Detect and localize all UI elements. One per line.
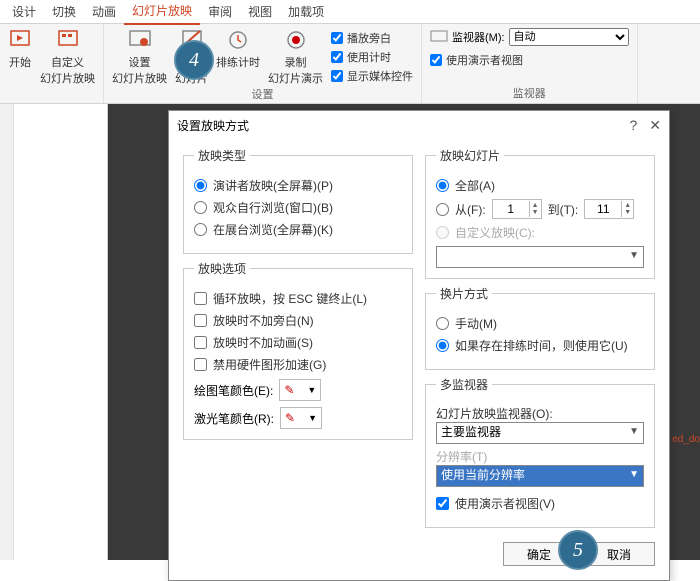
ribbon-tabs: 设计 切换 动画 幻灯片放映 审阅 视图 加载项 xyxy=(0,0,700,24)
dialog-titlebar: 设置放映方式 ? ✕ xyxy=(169,111,669,139)
monitor-label: 监视器(M): xyxy=(452,29,505,45)
radio-presenter[interactable]: 演讲者放映(全屏幕)(P) xyxy=(194,177,402,194)
radio-browsed[interactable]: 观众自行浏览(窗口)(B) xyxy=(194,199,402,216)
tab-review[interactable]: 审阅 xyxy=(200,0,240,24)
tab-view[interactable]: 视图 xyxy=(240,0,280,24)
presenter-view-checkbox[interactable]: 使用演示者视图 xyxy=(430,52,523,68)
tab-addins[interactable]: 加载项 xyxy=(280,0,332,24)
ribbon-group-monitor: 监视器(M): 自动 使用演示者视图 监视器 xyxy=(422,24,638,103)
radio-range-row: 从(F): ▲▼ 到(T): ▲▼ xyxy=(436,199,644,219)
show-slides-legend: 放映幻灯片 xyxy=(436,147,504,164)
radio-use-timings[interactable]: 如果存在排练时间，则使用它(U) xyxy=(436,337,644,354)
tab-transition[interactable]: 切换 xyxy=(44,0,84,24)
close-icon[interactable]: ✕ xyxy=(649,117,661,134)
tab-design[interactable]: 设计 xyxy=(4,0,44,24)
group-monitor-label: 监视器 xyxy=(513,85,546,101)
radio-manual[interactable]: 手动(M) xyxy=(436,315,644,332)
chevron-down-icon: ▼ xyxy=(308,413,317,423)
laser-icon: ✎ xyxy=(285,411,295,425)
pen-icon: ✎ xyxy=(284,383,294,397)
advance-legend: 换片方式 xyxy=(436,285,492,302)
custom-slideshow-button[interactable]: 自定义 幻灯片放映 xyxy=(40,28,95,86)
show-type-legend: 放映类型 xyxy=(194,147,250,164)
resolution-select[interactable]: 使用当前分辨率▼ xyxy=(436,465,644,487)
tab-slideshow[interactable]: 幻灯片放映 xyxy=(124,0,200,25)
show-options-group: 放映选项 循环放映，按 ESC 键终止(L) 放映时不加旁白(N) 放映时不加动… xyxy=(183,260,413,440)
narration-checkbox[interactable]: 播放旁白 xyxy=(331,30,413,46)
record-label: 录制 幻灯片演示 xyxy=(268,54,323,86)
monitor-selector-row: 监视器(M): 自动 xyxy=(430,28,629,46)
chk-presenter-view[interactable]: 使用演示者视图(V) xyxy=(436,495,644,512)
help-icon[interactable]: ? xyxy=(629,117,637,133)
chevron-down-icon: ▼ xyxy=(629,426,639,437)
radio-custom-show: 自定义放映(C): xyxy=(436,224,644,241)
show-slides-group: 放映幻灯片 全部(A) 从(F): ▲▼ 到(T): ▲▼ 自定义放映(C): … xyxy=(425,147,655,279)
record-button[interactable]: 录制 幻灯片演示 xyxy=(268,28,323,86)
setup-slideshow-button[interactable]: 设置 幻灯片放映 xyxy=(112,28,167,86)
rehearse-label: 排练计时 xyxy=(216,54,260,70)
laser-color-label: 激光笔颜色(R): xyxy=(194,410,274,427)
show-options-legend: 放映选项 xyxy=(194,260,250,277)
monitor-icon xyxy=(430,30,448,44)
dialog-title-text: 设置放映方式 xyxy=(177,117,249,134)
custom-show-select: ▼ xyxy=(436,246,644,268)
laser-color-picker[interactable]: ✎▼ xyxy=(280,407,322,429)
to-label: 到(T): xyxy=(548,201,579,218)
resolution-label: 分辨率(T) xyxy=(436,448,644,465)
multi-monitor-legend: 多监视器 xyxy=(436,376,492,393)
pen-color-label: 绘图笔颜色(E): xyxy=(194,382,273,399)
radio-kiosk[interactable]: 在展台浏览(全屏幕)(K) xyxy=(194,221,402,238)
setup-slideshow-label: 设置 幻灯片放映 xyxy=(112,54,167,86)
chk-disable-hw[interactable]: 禁用硬件图形加速(G) xyxy=(194,356,402,373)
multi-monitor-group: 多监视器 幻灯片放映监视器(O): 主要监视器▼ 分辨率(T) 使用当前分辨率▼… xyxy=(425,376,655,528)
radio-all-slides[interactable]: 全部(A) xyxy=(436,177,644,194)
chevron-down-icon: ▼ xyxy=(629,250,639,261)
to-spinner[interactable]: ▲▼ xyxy=(584,199,634,219)
ribbon-group-start: 开始 自定义 幻灯片放映 xyxy=(0,24,104,103)
radio-range[interactable] xyxy=(436,203,449,216)
chevron-down-icon: ▼ xyxy=(307,385,316,395)
ribbon-group-setup: 设置 幻灯片放映 隐藏 幻灯片 排练计时 录制 幻灯片演示 播放旁白 使用计时 … xyxy=(104,24,422,103)
timing-checkbox[interactable]: 使用计时 xyxy=(331,49,413,65)
group-setup-label: 设置 xyxy=(252,86,274,102)
from-beginning-button[interactable]: 开始 xyxy=(8,28,32,70)
chk-no-narration[interactable]: 放映时不加旁白(N) xyxy=(194,312,402,329)
chk-no-animation[interactable]: 放映时不加动画(S) xyxy=(194,334,402,351)
annotation-badge-4: 4 xyxy=(174,40,214,80)
chk-loop[interactable]: 循环放映，按 ESC 键终止(L) xyxy=(194,290,402,307)
custom-slideshow-label: 自定义 幻灯片放映 xyxy=(40,54,95,86)
watermark-text: ed_do xyxy=(672,434,700,445)
setup-show-dialog: 设置放映方式 ? ✕ 放映类型 演讲者放映(全屏幕)(P) 观众自行浏览(窗口)… xyxy=(168,110,670,581)
from-label: 从(F): xyxy=(455,201,486,218)
thumbnail-panel xyxy=(0,104,108,560)
advance-group: 换片方式 手动(M) 如果存在排练时间，则使用它(U) xyxy=(425,285,655,370)
pen-color-picker[interactable]: ✎▼ xyxy=(279,379,321,401)
tab-animation[interactable]: 动画 xyxy=(84,0,124,24)
ribbon: 开始 自定义 幻灯片放映 设置 幻灯片放映 隐藏 幻灯片 排练计时 xyxy=(0,24,700,104)
show-type-group: 放映类型 演讲者放映(全屏幕)(P) 观众自行浏览(窗口)(B) 在展台浏览(全… xyxy=(183,147,413,254)
monitor-select[interactable]: 自动 xyxy=(509,28,629,46)
monitor-select-dialog[interactable]: 主要监视器▼ xyxy=(436,422,644,444)
from-beginning-label: 开始 xyxy=(9,54,31,70)
from-spinner[interactable]: ▲▼ xyxy=(492,199,542,219)
chevron-down-icon: ▼ xyxy=(629,469,639,480)
annotation-badge-5: 5 xyxy=(558,530,598,570)
monitor-select-label: 幻灯片放映监视器(O): xyxy=(436,405,644,422)
media-checkbox[interactable]: 显示媒体控件 xyxy=(331,68,413,84)
rehearse-button[interactable]: 排练计时 xyxy=(216,28,260,70)
thumb-scrollbar[interactable] xyxy=(0,104,14,560)
